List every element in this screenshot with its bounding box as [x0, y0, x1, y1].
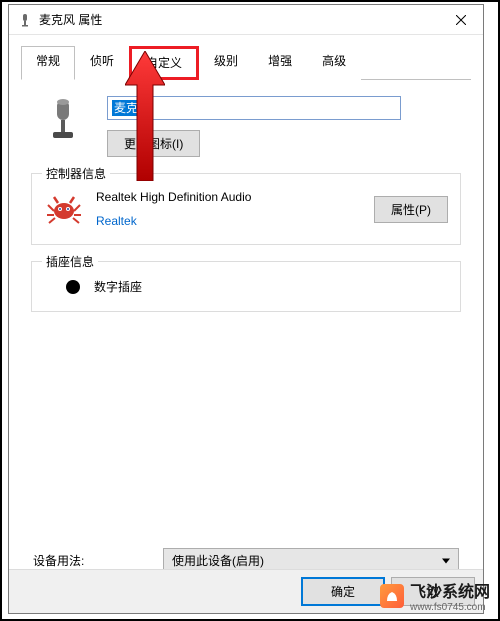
- tab-custom[interactable]: 自定义: [129, 46, 199, 80]
- watermark-logo-icon: [380, 584, 404, 608]
- watermark: 飞沙系统网 www.fs0745.com: [380, 578, 490, 613]
- change-icon-button[interactable]: 更改图标(I): [107, 130, 200, 157]
- tab-levels[interactable]: 级别: [199, 46, 253, 80]
- controller-group-title: 控制器信息: [42, 165, 110, 182]
- device-name-input[interactable]: 麦克风: [107, 96, 401, 120]
- tab-general[interactable]: 常规: [21, 46, 75, 80]
- jack-group: 插座信息 数字插座: [31, 261, 461, 312]
- device-name-text: 麦克风: [112, 100, 152, 116]
- ok-button[interactable]: 确定: [301, 577, 385, 606]
- jack-color-icon: [66, 280, 80, 294]
- mic-icon: [17, 12, 33, 28]
- window-title: 麦克风 属性: [39, 11, 438, 28]
- realtek-icon: [44, 191, 84, 227]
- tab-panel-general: 麦克风 更改图标(I) 控制器信息: [21, 80, 471, 620]
- usage-value: 使用此设备(启用): [172, 552, 264, 569]
- jack-group-title: 插座信息: [42, 253, 98, 270]
- controller-properties-button[interactable]: 属性(P): [374, 196, 448, 223]
- controller-vendor: Realtek: [96, 214, 374, 228]
- device-large-icon: [43, 96, 83, 146]
- tab-advanced[interactable]: 高级: [307, 46, 361, 80]
- watermark-url: www.fs0745.com: [410, 602, 490, 613]
- usage-label: 设备用法:: [33, 552, 163, 569]
- titlebar: 麦克风 属性: [9, 5, 483, 35]
- tab-bar: 常规 侦听 自定义 级别 增强 高级: [21, 45, 471, 80]
- tab-enhance[interactable]: 增强: [253, 46, 307, 80]
- jack-name: 数字插座: [94, 278, 142, 295]
- tab-listen[interactable]: 侦听: [75, 46, 129, 80]
- watermark-name: 飞沙系统网: [410, 584, 490, 601]
- close-button[interactable]: [438, 5, 483, 35]
- properties-dialog: 麦克风 属性 常规 侦听 自定义 级别 增强 高级: [8, 4, 484, 614]
- controller-name: Realtek High Definition Audio: [96, 190, 374, 204]
- controller-group: 控制器信息 Realtek High Definition Audio: [31, 173, 461, 245]
